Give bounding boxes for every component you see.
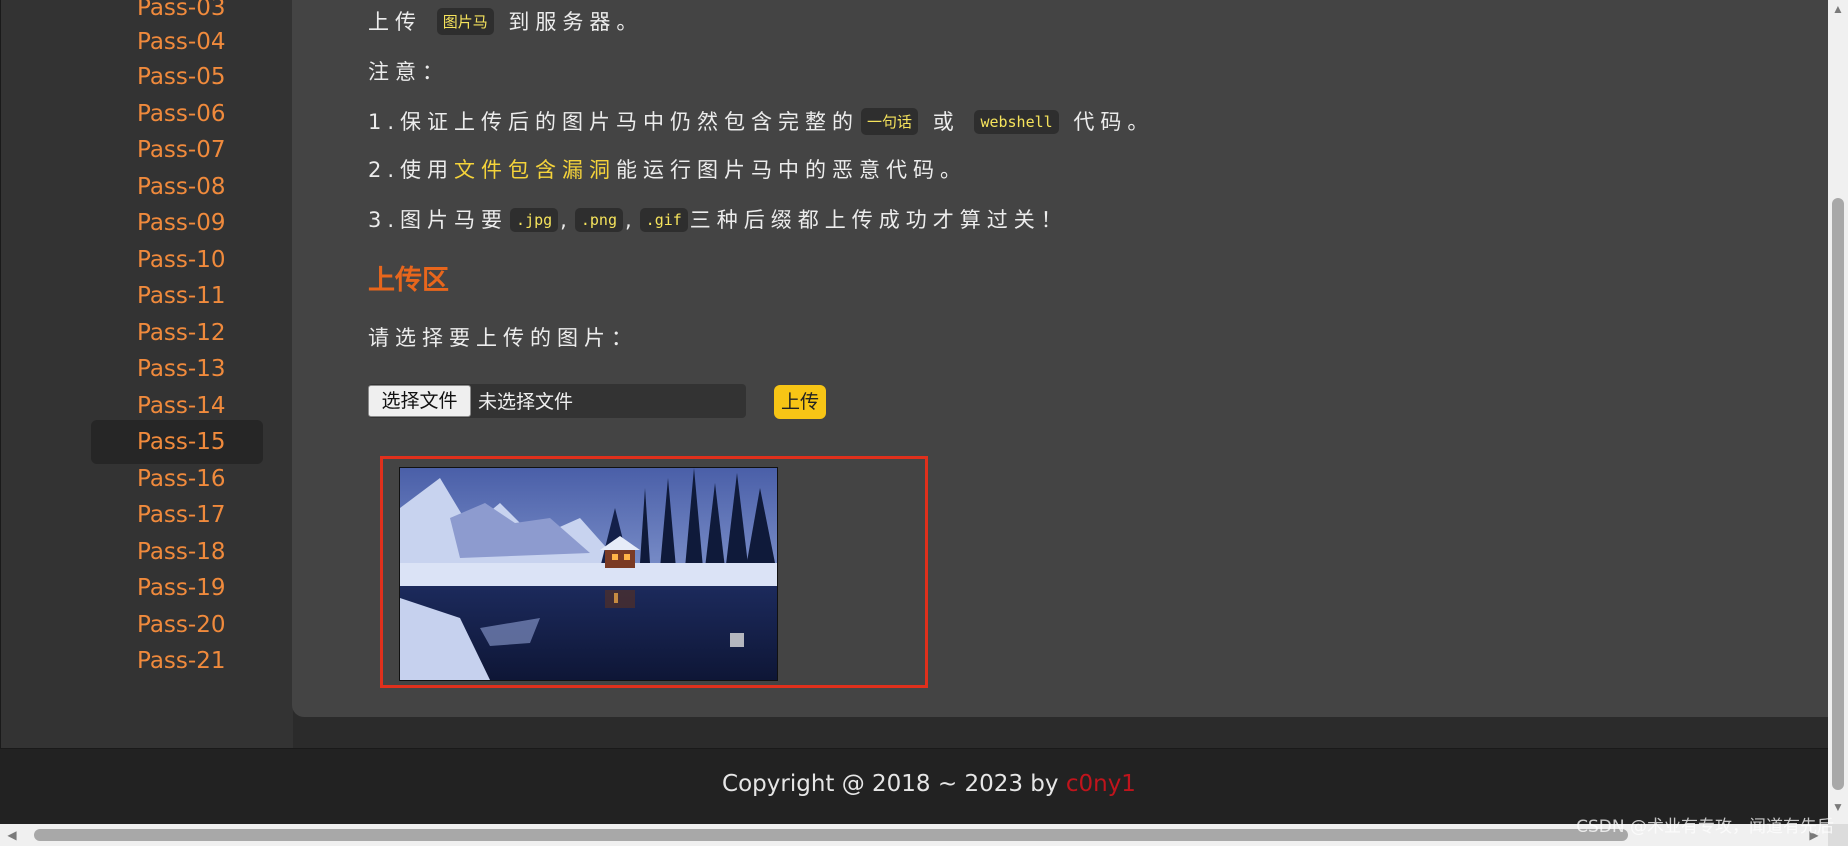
separator: , [624,208,638,232]
scroll-left-icon[interactable]: ◀ [2,828,22,842]
main-panel: 上传 图片马 到服务器。 注意： 1.保证上传后的图片马中仍然包含完整的 一句话 … [292,0,1828,717]
code-tag: .png [574,208,623,232]
footer: Copyright @ 2018 ~ 2023 by c0ny1 [0,748,1828,825]
note-label: 注意： [368,60,449,84]
task-text: 上传 [368,10,422,34]
choose-file-button[interactable]: 选择文件 [368,385,471,417]
code-tag: webshell [974,110,1059,134]
note-text: 2.使用 [368,158,455,182]
file-input[interactable]: 选择文件 未选择文件 [368,384,746,418]
file-status-text: 未选择文件 [478,391,574,413]
highlight-text: 文件包含漏洞 [454,158,617,182]
note-3: 3.图片马要 .jpg, .png, .gif 三种后缀都上传成功才算过关！ [368,204,1068,234]
author-link[interactable]: c0ny1 [1066,771,1136,797]
note-text: 代码。 [1073,110,1155,134]
preview-frame [380,456,928,688]
code-tag: 一句话 [861,108,919,135]
scroll-up-icon[interactable]: ▲ [1828,2,1848,16]
task-description: 上传 图片马 到服务器。 [368,6,643,36]
vertical-scrollbar[interactable]: ▲ ▼ [1828,0,1848,826]
sidebar-item-pass-21[interactable]: Pass-21 [91,639,263,683]
upload-prompt: 请选择要上传的图片： [368,326,638,350]
watermark-text: CSDN @术业有专攻，闻道有先后 [1576,817,1834,837]
note-text: 3.图片马要 [368,208,509,232]
horizontal-scrollbar[interactable]: ◀ ▶ [0,824,1828,846]
note-2: 2.使用文件包含漏洞能运行图片马中的恶意代码。 [368,154,967,184]
horizontal-scroll-thumb[interactable] [34,829,1628,841]
note-text: 或 [932,110,960,134]
note-text: 1.保证上传后的图片马中仍然包含完整的 [368,110,860,134]
copyright-text: Copyright @ 2018 ~ 2023 by c0ny1 [0,771,1828,797]
sidebar-nav: Pass-03 Pass-04 Pass-05 Pass-06 Pass-07 … [0,0,293,748]
separator: , [560,208,573,232]
note-text: 能运行图片马中的恶意代码。 [616,158,968,182]
code-tag: 图片马 [436,8,494,35]
code-tag: .jpg [510,208,559,232]
vertical-scroll-thumb[interactable] [1832,198,1844,790]
note-1: 1.保证上传后的图片马中仍然包含完整的 一句话 或 webshell 代码。 [368,106,1154,136]
upload-section-title: 上传区 [368,265,449,296]
upload-button[interactable]: 上传 [774,385,826,419]
code-tag: .gif [639,208,688,232]
uploaded-image-preview [399,467,778,681]
note-text: 三种后缀都上传成功才算过关！ [689,208,1068,232]
task-text: 到服务器。 [508,10,644,34]
copyright-label: Copyright @ 2018 ~ 2023 by [722,771,1066,797]
